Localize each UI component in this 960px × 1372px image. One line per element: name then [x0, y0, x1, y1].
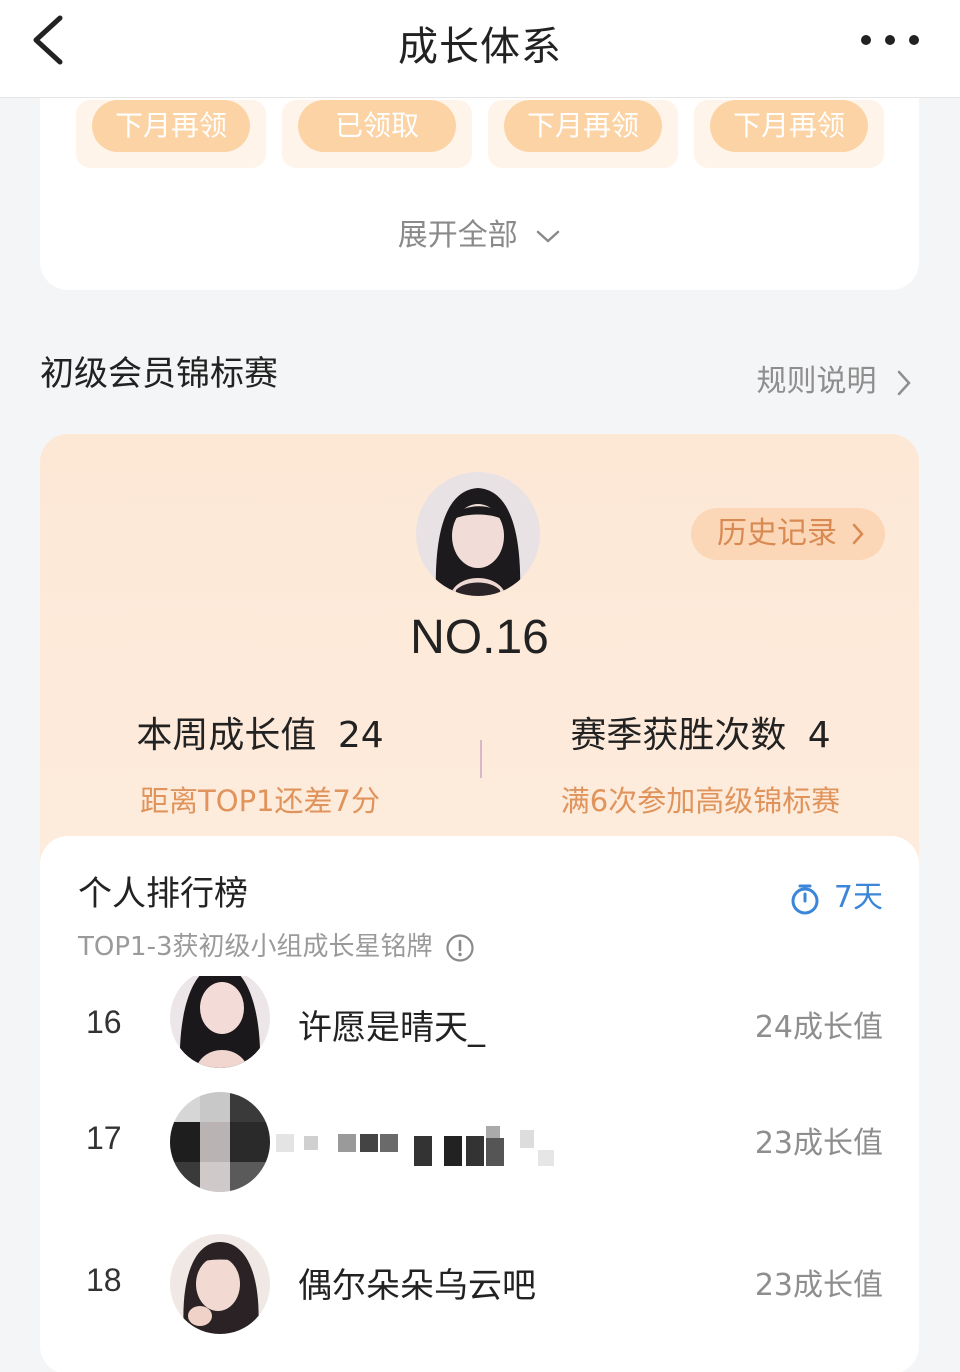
history-button[interactable]: 历史记录 — [691, 508, 885, 560]
growth-score: 23成长值 — [754, 1268, 883, 1303]
reward-button[interactable]: 下月再领 — [710, 100, 868, 152]
user-name: 许愿是晴天_ — [298, 1008, 485, 1048]
table-row[interactable]: 18 偶尔朵朵乌云吧 23成长值 — [40, 1234, 919, 1344]
season-wins-label: 赛季获胜次数 — [570, 715, 787, 756]
expand-all-button[interactable]: 展开全部 — [40, 210, 919, 254]
chevron-right-icon — [897, 370, 911, 395]
weekly-growth-stat: 本周成长值 24 距离TOP1还差7分 — [40, 706, 480, 820]
section-title: 初级会员锦标赛 — [40, 354, 278, 394]
user-avatar[interactable] — [416, 472, 540, 596]
tournament-card: 历史记录 NO.16 本周成长值 24 距离TOP1还差7分 赛季获胜次数 4 … — [40, 434, 919, 1372]
user-name: 偶尔朵朵乌云吧 — [298, 1266, 536, 1306]
pixelated-name — [276, 1126, 576, 1170]
timer-icon — [791, 884, 819, 914]
season-wins-value: 4 — [807, 715, 831, 756]
avatar-image — [416, 472, 540, 596]
history-label: 历史记录 — [717, 516, 837, 551]
countdown: 7天 — [790, 872, 883, 916]
more-icon[interactable] — [860, 30, 920, 50]
avatar-image — [170, 976, 270, 1068]
weekly-growth-value: 24 — [337, 715, 384, 756]
ranking-title: 个人排行榜 — [78, 874, 248, 914]
page-title: 成长体系 — [398, 24, 562, 70]
reward-button[interactable]: 下月再领 — [504, 100, 662, 152]
rank-number: 18 — [86, 1262, 122, 1298]
advance-text: 满6次参加高级锦标赛 — [560, 784, 841, 818]
chevron-down-icon — [537, 230, 560, 243]
rules-link[interactable]: 规则说明 — [756, 356, 912, 400]
countdown-label: 7天 — [833, 880, 883, 915]
reward-item: 下月再领 — [488, 100, 678, 168]
ranking-panel: 个人排行榜 7天 TOP1-3获初级小组成长星铭牌 16 许愿是晴天_ 24成长… — [40, 836, 919, 1372]
reward-button[interactable]: 下月再领 — [92, 100, 250, 152]
gap-text: 距离TOP1还差7分 — [140, 784, 380, 818]
avatar-image — [170, 1234, 270, 1334]
ranking-note: TOP1-3获初级小组成长星铭牌 — [78, 926, 475, 963]
reward-item: 已领取 — [282, 100, 472, 168]
ranking-note-text: TOP1-3获初级小组成长星铭牌 — [78, 932, 433, 962]
reward-item: 下月再领 — [694, 100, 884, 168]
avatar[interactable] — [170, 1234, 270, 1334]
info-icon[interactable] — [445, 933, 475, 963]
reward-item: 下月再领 — [76, 100, 266, 168]
expand-all-label: 展开全部 — [397, 218, 518, 253]
growth-score: 24成长值 — [754, 1010, 883, 1045]
avatar[interactable] — [170, 976, 270, 1068]
growth-score: 23成长值 — [754, 1126, 883, 1161]
current-rank: NO.16 — [410, 611, 549, 664]
rank-number: 17 — [86, 1120, 122, 1156]
rules-label: 规则说明 — [756, 364, 877, 399]
reward-button[interactable]: 已领取 — [298, 100, 456, 152]
pixelated-avatar-image — [170, 1092, 270, 1192]
weekly-growth-label: 本周成长值 — [136, 715, 317, 756]
rank-number: 16 — [86, 1004, 122, 1040]
table-row[interactable]: 16 许愿是晴天_ 24成长值 — [40, 976, 919, 1080]
table-row[interactable]: 17 23成长值 — [40, 1092, 919, 1202]
chevron-right-icon — [852, 523, 864, 545]
nav-bar: 成长体系 — [0, 0, 960, 98]
avatar[interactable] — [170, 1092, 270, 1192]
season-wins-stat: 赛季获胜次数 4 满6次参加高级锦标赛 — [482, 706, 919, 820]
